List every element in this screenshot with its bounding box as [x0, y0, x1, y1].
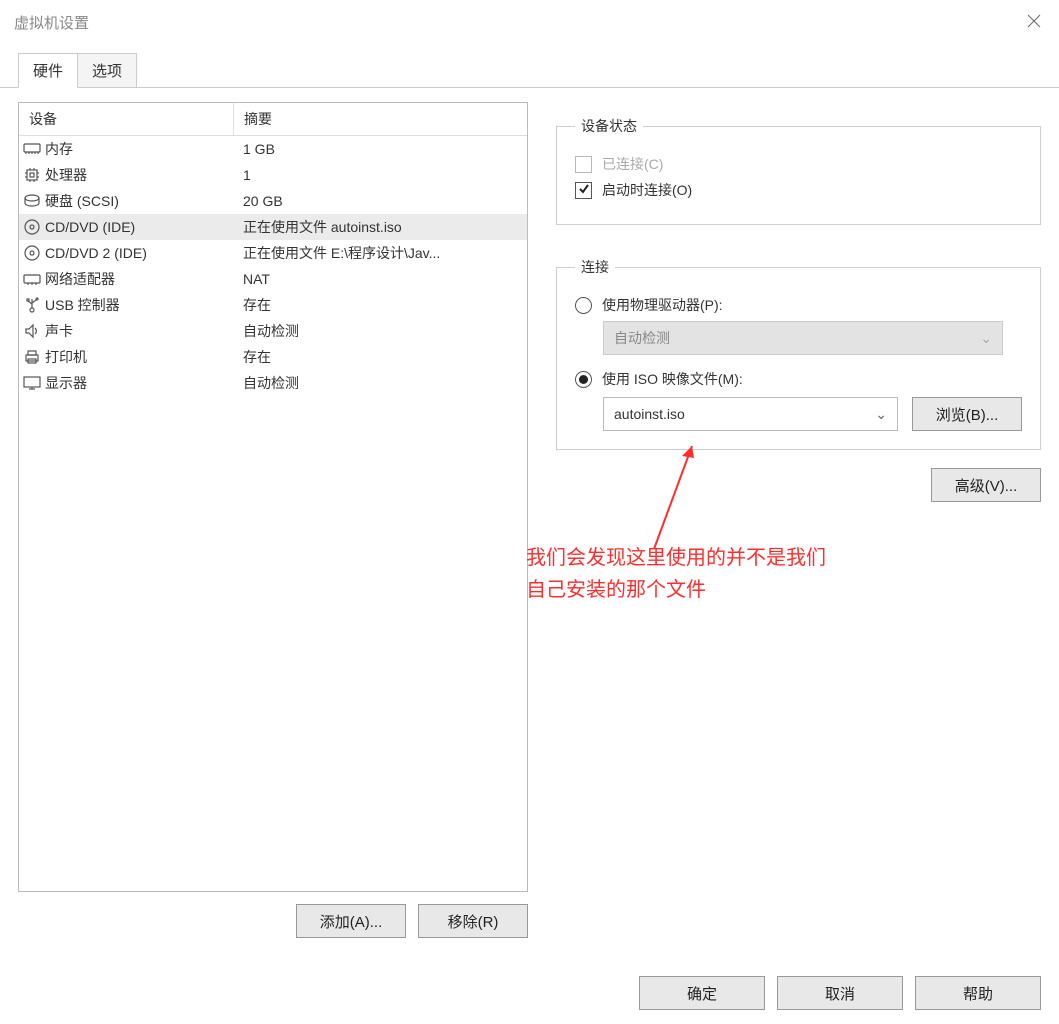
disk-icon — [19, 194, 45, 208]
sound-icon — [19, 323, 45, 339]
device-row[interactable]: 处理器1 — [19, 162, 527, 188]
use-iso-label: 使用 ISO 映像文件(M): — [602, 369, 743, 389]
annotation-line2: 自己安装的那个文件 — [526, 574, 1041, 606]
iso-file-value: autoinst.iso — [614, 406, 685, 422]
advanced-button[interactable]: 高级(V)... — [931, 468, 1041, 502]
remove-button[interactable]: 移除(R) — [418, 904, 528, 938]
physical-drive-value: 自动检测 — [614, 328, 670, 348]
disc-icon — [19, 219, 45, 235]
device-list: 设备 摘要 内存1 GB处理器1硬盘 (SCSI)20 GBCD/DVD (ID… — [18, 102, 528, 892]
device-state-group: 设备状态 已连接(C) 启动时连接(O) — [556, 116, 1041, 225]
device-row[interactable]: 网络适配器NAT — [19, 266, 527, 292]
device-row[interactable]: CD/DVD (IDE)正在使用文件 autoinst.iso — [19, 214, 527, 240]
connected-label: 已连接(C) — [602, 154, 663, 174]
device-summary: NAT — [234, 271, 527, 287]
device-summary: 存在 — [234, 347, 527, 367]
display-icon — [19, 376, 45, 390]
device-row[interactable]: 显示器自动检测 — [19, 370, 527, 396]
device-state-legend: 设备状态 — [575, 116, 643, 136]
close-icon[interactable] — [1025, 12, 1043, 30]
column-device: 设备 — [19, 103, 234, 135]
device-name: 打印机 — [45, 347, 234, 367]
add-button[interactable]: 添加(A)... — [296, 904, 406, 938]
device-summary: 1 — [234, 167, 527, 183]
connect-at-poweron-checkbox[interactable] — [575, 182, 592, 199]
cancel-button[interactable]: 取消 — [777, 976, 903, 1010]
use-iso-radio[interactable] — [575, 371, 592, 388]
device-summary: 正在使用文件 autoinst.iso — [234, 217, 527, 237]
device-summary: 自动检测 — [234, 321, 527, 341]
device-name: USB 控制器 — [45, 295, 234, 315]
device-name: 网络适配器 — [45, 269, 234, 289]
use-physical-radio[interactable] — [575, 297, 592, 314]
device-summary: 存在 — [234, 295, 527, 315]
connection-legend: 连接 — [575, 257, 615, 277]
physical-drive-combo: 自动检测 ⌄ — [603, 321, 1003, 355]
device-summary: 正在使用文件 E:\程序设计\Jav... — [234, 243, 527, 263]
annotation-line1: 我们会发现这里使用的并不是我们 — [526, 542, 1041, 574]
memory-icon — [19, 143, 45, 155]
help-button[interactable]: 帮助 — [915, 976, 1041, 1010]
connection-group: 连接 使用物理驱动器(P): 自动检测 ⌄ 使用 ISO 映像文件(M): au… — [556, 257, 1041, 450]
device-summary: 1 GB — [234, 141, 527, 157]
tab-options[interactable]: 选项 — [78, 53, 137, 88]
device-row[interactable]: CD/DVD 2 (IDE)正在使用文件 E:\程序设计\Jav... — [19, 240, 527, 266]
connected-checkbox — [575, 156, 592, 173]
device-name: CD/DVD 2 (IDE) — [45, 245, 234, 261]
printer-icon — [19, 349, 45, 365]
device-name: 硬盘 (SCSI) — [45, 191, 234, 211]
chevron-down-icon: ⌄ — [980, 330, 992, 347]
device-row[interactable]: 内存1 GB — [19, 136, 527, 162]
device-name: 显示器 — [45, 373, 234, 393]
network-icon — [19, 272, 45, 286]
device-summary: 20 GB — [234, 193, 527, 209]
iso-file-combo[interactable]: autoinst.iso ⌄ — [603, 397, 898, 431]
window-title: 虚拟机设置 — [14, 12, 89, 33]
disc-icon — [19, 245, 45, 261]
device-summary: 自动检测 — [234, 373, 527, 393]
device-name: 内存 — [45, 139, 234, 159]
column-summary: 摘要 — [234, 103, 527, 135]
device-row[interactable]: 声卡自动检测 — [19, 318, 527, 344]
use-physical-label: 使用物理驱动器(P): — [602, 295, 723, 315]
chevron-down-icon[interactable]: ⌄ — [875, 406, 887, 423]
cpu-icon — [19, 167, 45, 183]
device-row[interactable]: USB 控制器存在 — [19, 292, 527, 318]
device-name: 处理器 — [45, 165, 234, 185]
ok-button[interactable]: 确定 — [639, 976, 765, 1010]
browse-button[interactable]: 浏览(B)... — [912, 397, 1022, 431]
connect-at-poweron-label: 启动时连接(O) — [602, 180, 692, 200]
annotation: 我们会发现这里使用的并不是我们 自己安装的那个文件 — [526, 542, 1041, 606]
device-name: CD/DVD (IDE) — [45, 219, 234, 235]
device-row[interactable]: 打印机存在 — [19, 344, 527, 370]
tab-hardware[interactable]: 硬件 — [18, 53, 78, 88]
device-row[interactable]: 硬盘 (SCSI)20 GB — [19, 188, 527, 214]
device-name: 声卡 — [45, 321, 234, 341]
usb-icon — [19, 297, 45, 313]
